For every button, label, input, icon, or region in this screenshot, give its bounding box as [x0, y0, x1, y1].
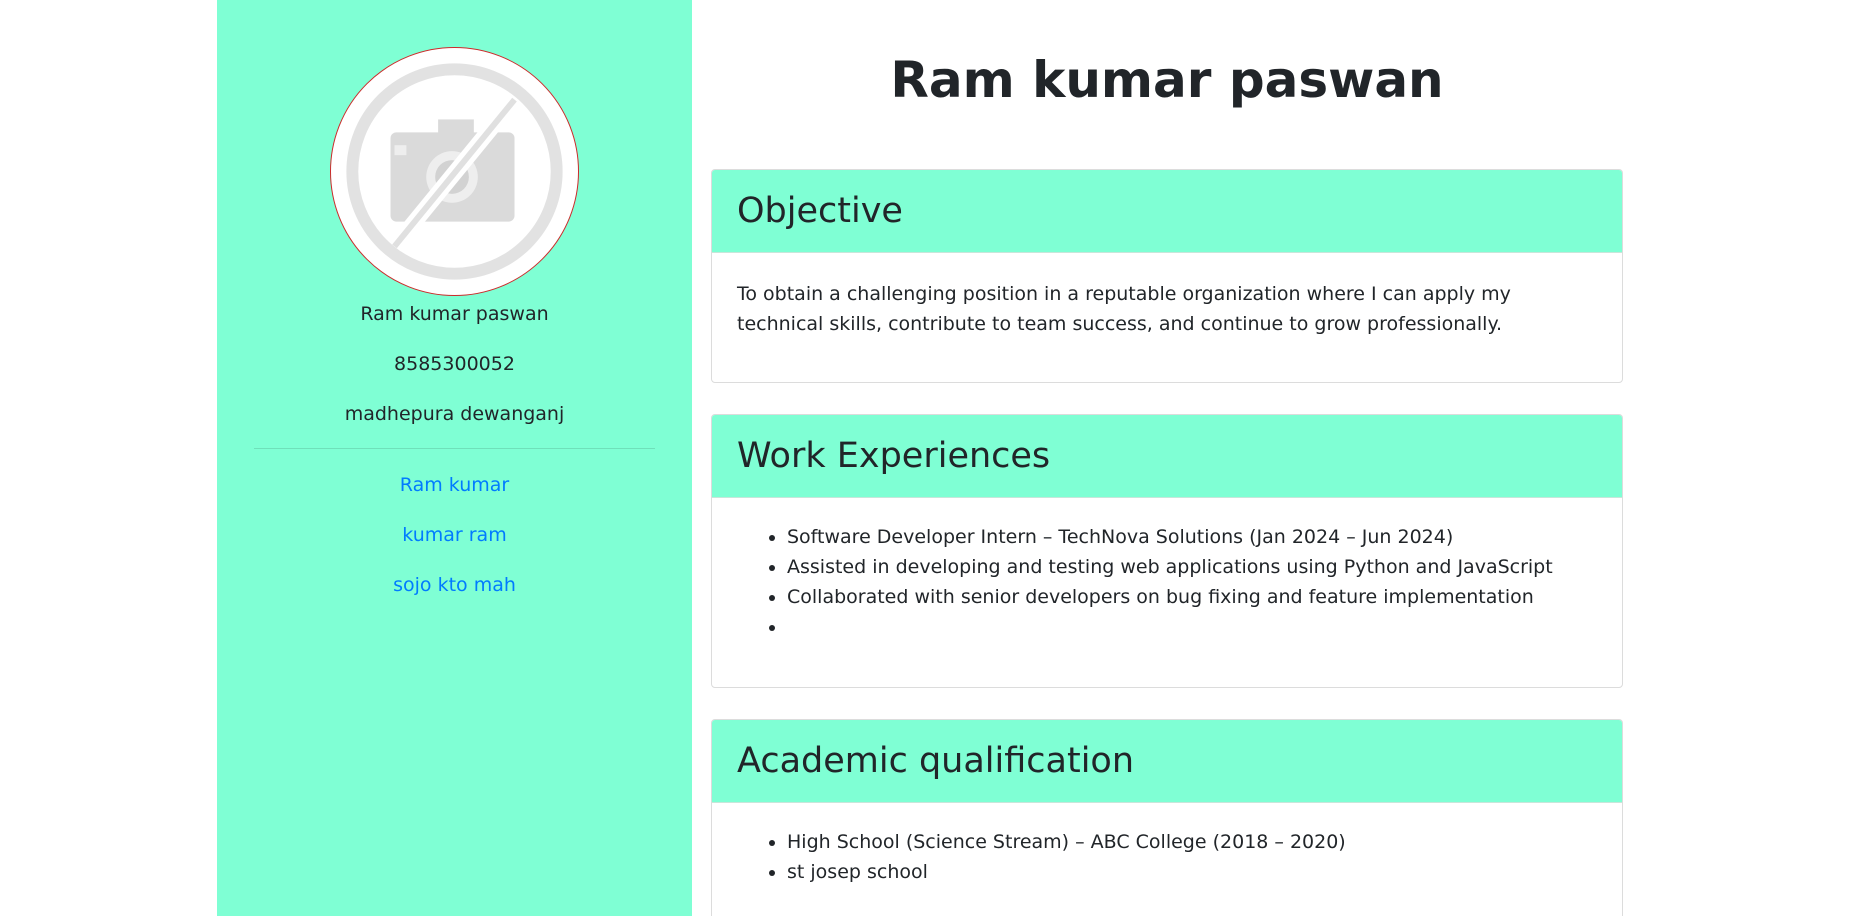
academic-list: High School (Science Stream) – ABC Colle… [737, 827, 1597, 887]
academic-card-body: High School (Science Stream) – ABC Colle… [712, 803, 1622, 907]
work-experience-card: Work Experiences Software Developer Inte… [711, 414, 1623, 688]
resume-page: Ram kumar paswan 8585300052 madhepura de… [0, 0, 1868, 916]
list-item [787, 612, 1597, 642]
academic-card: Academic qualification High School (Scie… [711, 719, 1623, 916]
list-item: Software Developer Intern – TechNova Sol… [787, 522, 1597, 552]
sidebar-divider [254, 448, 655, 449]
objective-card: Objective To obtain a challenging positi… [711, 169, 1623, 383]
sidebar-link-item: sojo kto mah [217, 573, 692, 597]
list-item: Assisted in developing and testing web a… [787, 552, 1597, 582]
sidebar-link-item: kumar ram [217, 523, 692, 547]
objective-card-header: Objective [712, 170, 1622, 253]
sidebar-link-item: Ram kumar [217, 473, 692, 497]
profile-sidebar: Ram kumar paswan 8585300052 madhepura de… [217, 0, 692, 916]
sidebar-link-sojo-kto-mah[interactable]: sojo kto mah [393, 574, 516, 596]
list-item: High School (Science Stream) – ABC Colle… [787, 827, 1597, 857]
academic-card-header: Academic qualification [712, 720, 1622, 803]
list-item: Collaborated with senior developers on b… [787, 582, 1597, 612]
objective-heading: Objective [737, 191, 903, 231]
work-experience-card-body: Software Developer Intern – TechNova Sol… [712, 498, 1622, 662]
list-item: st josep school [787, 857, 1597, 887]
page-title: Ram kumar paswan [890, 51, 1444, 109]
profile-address: madhepura dewanganj [344, 403, 565, 425]
profile-phone: 8585300052 [394, 353, 515, 375]
profile-avatar [330, 47, 579, 296]
profile-name: Ram kumar paswan [360, 303, 549, 325]
academic-heading: Academic qualification [737, 741, 1135, 781]
sidebar-link-ram-kumar[interactable]: Ram kumar [400, 474, 509, 496]
objective-card-body: To obtain a challenging position in a re… [712, 253, 1622, 359]
work-experience-heading: Work Experiences [737, 436, 1051, 476]
work-experience-list: Software Developer Intern – TechNova Sol… [737, 522, 1597, 642]
sidebar-link-kumar-ram[interactable]: kumar ram [402, 524, 506, 546]
no-photo-camera-icon [346, 63, 563, 280]
objective-text: To obtain a challenging position in a re… [737, 283, 1511, 335]
work-experience-card-header: Work Experiences [712, 415, 1622, 498]
